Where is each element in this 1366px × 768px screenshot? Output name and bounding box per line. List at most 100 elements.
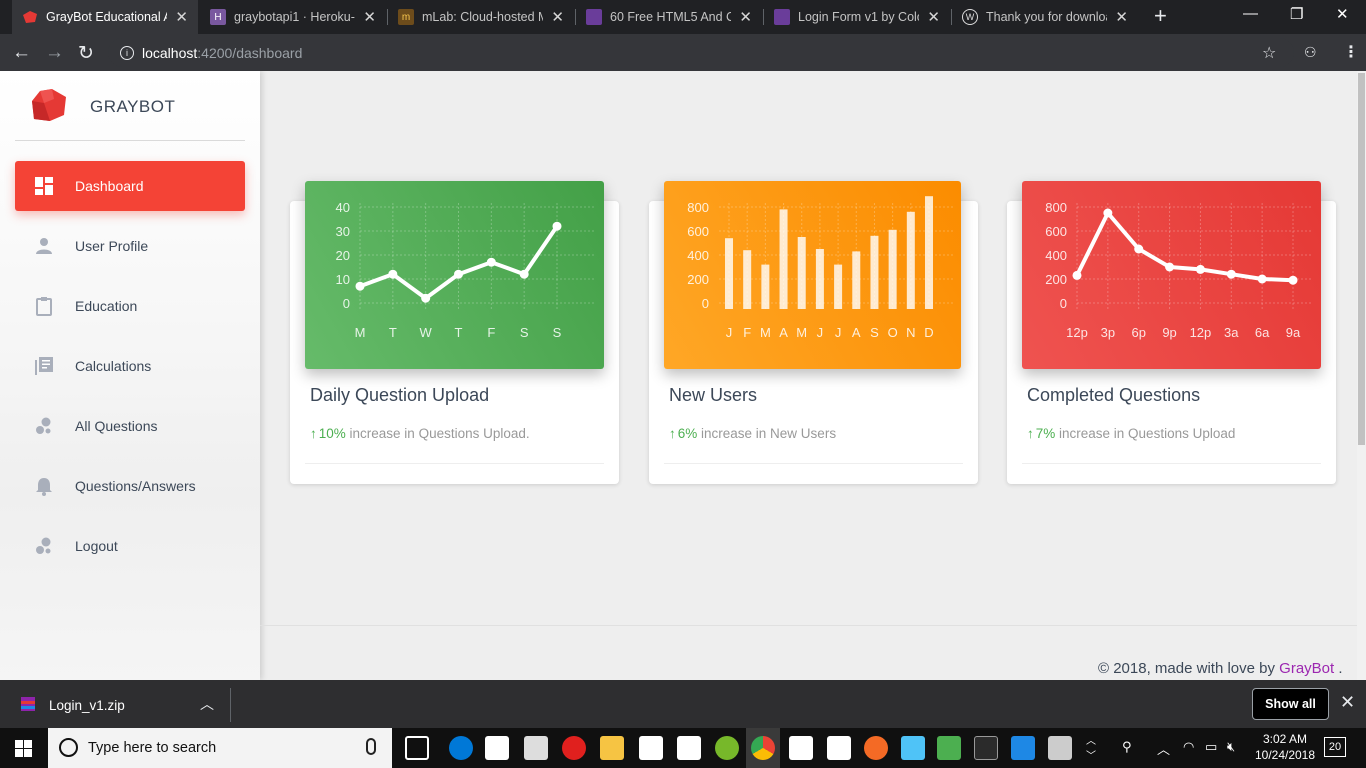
x-tick-label: M <box>355 325 366 340</box>
sidebar-item-all-questions[interactable]: All Questions <box>15 401 245 451</box>
card-percent: 6% <box>677 426 698 441</box>
wifi-icon[interactable]: ◠ <box>1183 739 1194 755</box>
people-icon[interactable]: ⚲ <box>1122 739 1132 755</box>
document-icon[interactable] <box>639 736 663 760</box>
x-tick-label: J <box>817 325 824 340</box>
dashboard-icon <box>35 177 53 195</box>
show-hidden-icon[interactable]: ︿ <box>1157 739 1170 758</box>
spreadsheet-icon[interactable] <box>937 736 961 760</box>
divider <box>1022 463 1321 464</box>
page-scrollbar[interactable] <box>1357 71 1366 680</box>
task-view-icon[interactable] <box>405 736 429 760</box>
file-explorer-icon[interactable] <box>600 736 624 760</box>
sidebar-item-questions-answers[interactable]: Questions/Answers <box>15 461 245 511</box>
close-tab-icon[interactable]: ✕ <box>927 8 940 26</box>
close-tab-icon[interactable]: ✕ <box>175 8 188 26</box>
close-icon[interactable]: ✕ <box>1340 692 1355 713</box>
forward-icon[interactable]: → <box>45 42 64 64</box>
store-icon[interactable] <box>485 736 509 760</box>
close-tab-icon[interactable]: ✕ <box>1115 8 1128 26</box>
card-title: Daily Question Upload <box>310 385 490 405</box>
footer-divider <box>260 625 1357 626</box>
show-all-button[interactable]: Show all <box>1252 688 1329 720</box>
windows-start-icon[interactable] <box>15 740 32 757</box>
divider <box>15 140 245 141</box>
x-tick-label: S <box>553 325 562 340</box>
chrome-icon[interactable] <box>751 736 775 760</box>
chevron-up-icon[interactable]: ︿ <box>200 694 214 714</box>
browser-tab[interactable]: Login Form v1 by Color ✕ <box>764 0 950 34</box>
battery-icon[interactable]: ▭ <box>1205 739 1217 755</box>
browser-tab[interactable]: W Thank you for downloa ✕ <box>952 0 1138 34</box>
fun-app-icon[interactable] <box>1048 736 1072 760</box>
edge-icon[interactable] <box>449 736 473 760</box>
opera-icon[interactable] <box>562 736 586 760</box>
sidebar-item-calculations[interactable]: Calculations <box>15 341 245 391</box>
sticky-notes-icon[interactable] <box>677 736 701 760</box>
person-icon <box>36 238 52 254</box>
browser-tab[interactable]: GrayBot Educational Ap ✕ <box>12 0 198 34</box>
chart-point <box>421 293 431 303</box>
restore-icon[interactable]: ❐ <box>1290 5 1303 23</box>
y-tick-label: 600 <box>1045 224 1067 239</box>
control-panel-icon[interactable] <box>901 736 925 760</box>
extension-icon[interactable]: ⚇ <box>1304 44 1317 61</box>
close-tab-icon[interactable]: ✕ <box>551 8 564 26</box>
chart-bar <box>852 251 861 309</box>
new-tab-icon[interactable]: + <box>1154 3 1167 29</box>
browser-tab[interactable]: 60 Free HTML5 And CS ✕ <box>576 0 762 34</box>
x-tick-label: A <box>852 325 861 340</box>
bubble-chart-icon <box>36 537 51 554</box>
taskbar-clock[interactable]: 3:02 AM 10/24/2018 <box>1250 731 1320 763</box>
sidebar-item-dashboard[interactable]: Dashboard <box>15 161 245 211</box>
microphone-icon[interactable] <box>366 738 376 755</box>
chart-bar <box>761 264 770 309</box>
taskbar-search[interactable]: Type here to search <box>48 728 392 768</box>
y-tick-label: 10 <box>336 272 350 287</box>
tray-overflow-icon[interactable]: ︿ ﹀ <box>1086 732 1096 762</box>
chart-bar <box>834 264 843 309</box>
browser-tab[interactable]: m mLab: Cloud-hosted M ✕ <box>388 0 574 34</box>
chart-bar <box>925 196 933 309</box>
close-window-icon[interactable]: ✕ <box>1336 5 1349 23</box>
sidebar-item-label: Questions/Answers <box>75 478 196 494</box>
close-tab-icon[interactable]: ✕ <box>363 8 376 26</box>
chart-bar <box>815 249 824 309</box>
chart-bar <box>779 209 788 309</box>
sidebar-item-user-profile[interactable]: User Profile <box>15 221 245 271</box>
y-tick-label: 800 <box>687 200 709 215</box>
y-tick-label: 0 <box>702 296 709 311</box>
back-icon[interactable]: ← <box>12 42 31 64</box>
chart-point <box>1165 262 1175 272</box>
scrollbar-thumb[interactable] <box>1358 73 1365 445</box>
x-tick-label: J <box>835 325 842 340</box>
minimize-icon[interactable]: — <box>1243 5 1258 22</box>
sidebar-item-logout[interactable]: Logout <box>15 521 245 571</box>
sidebar-item-education[interactable]: Education <box>15 281 245 331</box>
postman-icon[interactable] <box>864 736 888 760</box>
dashboard-page: GRAYBOT Dashboard User Profile Education… <box>0 71 1366 680</box>
close-tab-icon[interactable]: ✕ <box>739 8 752 26</box>
mongodb-compass-icon[interactable] <box>789 736 813 760</box>
mail-icon[interactable] <box>524 736 548 760</box>
bookmark-star-icon[interactable]: ☆ <box>1262 43 1276 63</box>
reload-icon[interactable]: ↻ <box>78 42 94 65</box>
y-tick-label: 400 <box>1045 248 1067 263</box>
info-icon[interactable]: i <box>120 45 134 60</box>
volume-muted-icon[interactable]: 🔇︎ <box>1227 739 1235 755</box>
terminal-icon[interactable] <box>974 736 998 760</box>
action-center-icon[interactable]: 20 <box>1324 737 1346 757</box>
chart-bar <box>743 250 752 309</box>
x-tick-label: M <box>760 325 771 340</box>
x-tick-label: F <box>743 325 751 340</box>
more-menu-icon[interactable]: ⋮ <box>1343 42 1359 62</box>
mongodb-icon[interactable] <box>827 736 851 760</box>
wordpress-icon: W <box>962 9 978 25</box>
utorrent-icon[interactable] <box>715 736 739 760</box>
sidebar-item-label: Education <box>75 298 138 314</box>
footer-brand-link[interactable]: GrayBot <box>1279 660 1334 677</box>
browser-tab[interactable]: H graybotapi1 · Heroku-g ✕ <box>200 0 386 34</box>
vscode-icon[interactable] <box>1011 736 1035 760</box>
address-bar[interactable]: i localhost:4200/dashboard <box>108 38 1294 67</box>
download-item[interactable]: Login_v1.zip <box>49 698 125 713</box>
